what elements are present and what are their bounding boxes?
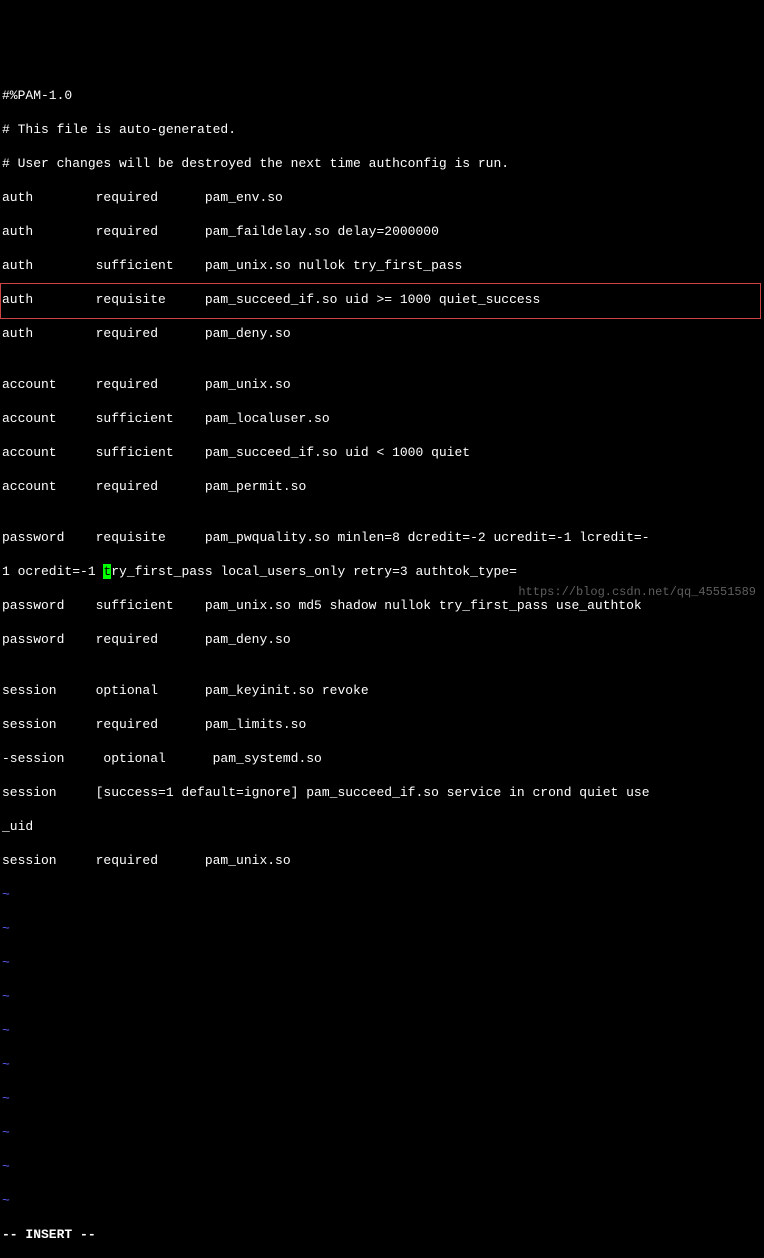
text-segment: ry_first_pass local_users_only retry=3 a… [111,564,517,579]
file-line: _uid [2,818,762,835]
highlighted-line: 1 ocredit=-1 try_first_pass local_users_… [2,563,762,580]
vim-tilde: ~ [2,1056,762,1073]
vim-tilde: ~ [2,1158,762,1175]
highlighted-line: password requisite pam_pwquality.so minl… [2,529,762,546]
file-line: account sufficient pam_localuser.so [2,410,762,427]
file-line: -session optional pam_systemd.so [2,750,762,767]
vim-tilde: ~ [2,988,762,1005]
file-line: # User changes will be destroyed the nex… [2,155,762,172]
vim-mode-status: -- INSERT -- [2,1226,762,1243]
file-line: auth required pam_faildelay.so delay=200… [2,223,762,240]
vim-tilde: ~ [2,954,762,971]
file-line: auth sufficient pam_unix.so nullok try_f… [2,257,762,274]
file-line: #%PAM-1.0 [2,87,762,104]
file-line: account sufficient pam_succeed_if.so uid… [2,444,762,461]
file-line: session [success=1 default=ignore] pam_s… [2,784,762,801]
file-line: session required pam_unix.so [2,852,762,869]
file-line: auth required pam_deny.so [2,325,762,342]
terminal-editor[interactable]: #%PAM-1.0 # This file is auto-generated.… [2,70,762,1258]
watermark: https://blog.csdn.net/qq_45551589 [518,584,756,601]
file-line: account required pam_unix.so [2,376,762,393]
vim-tilde: ~ [2,1090,762,1107]
file-line: session required pam_limits.so [2,716,762,733]
file-line: auth requisite pam_succeed_if.so uid >= … [2,291,762,308]
file-line: session optional pam_keyinit.so revoke [2,682,762,699]
file-line: password required pam_deny.so [2,631,762,648]
file-line: account required pam_permit.so [2,478,762,495]
text-segment: 1 ocredit=-1 [2,564,103,579]
vim-tilde: ~ [2,1124,762,1141]
vim-tilde: ~ [2,886,762,903]
file-line: # This file is auto-generated. [2,121,762,138]
vim-tilde: ~ [2,1022,762,1039]
vim-tilde: ~ [2,1192,762,1209]
file-line: auth required pam_env.so [2,189,762,206]
vim-tilde: ~ [2,920,762,937]
